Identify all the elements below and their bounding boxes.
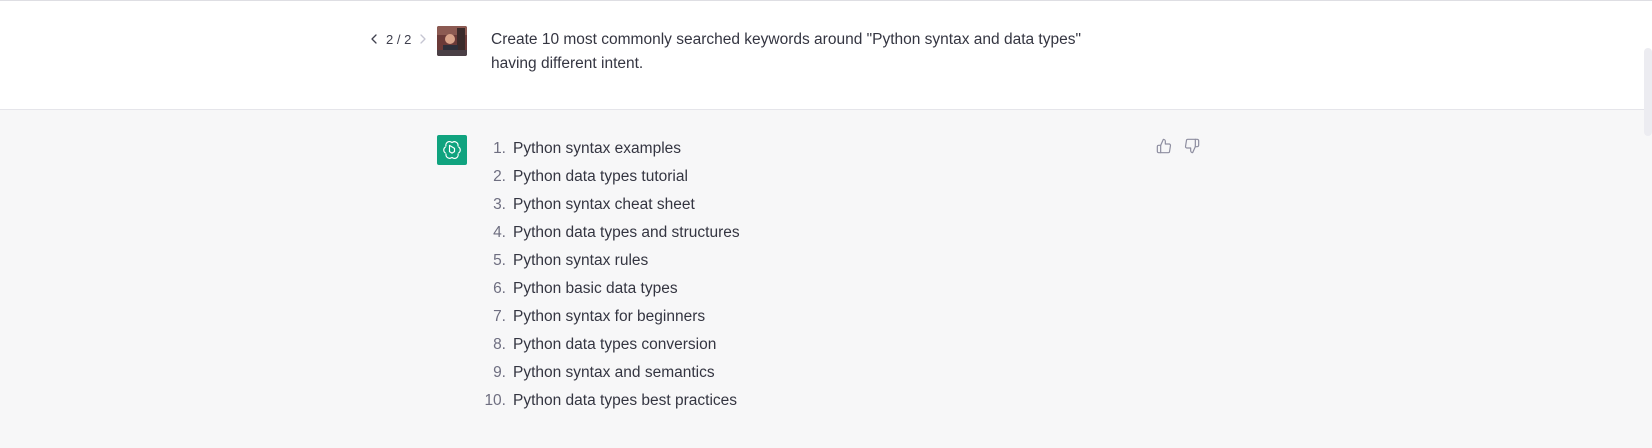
list-item: 7. Python syntax for beginners xyxy=(493,308,706,325)
scrollbar-thumb[interactable] xyxy=(1644,48,1652,136)
response-pager: 2 / 2 xyxy=(368,31,429,47)
assistant-message-row xyxy=(0,110,1652,448)
chevron-left-icon[interactable] xyxy=(368,31,380,47)
assistant-answer-list: 1. Python syntax examples 2. Python data t… xyxy=(478,135,740,415)
user-message-text: Create 10 most commonly searched keyword… xyxy=(491,31,1081,72)
feedback-buttons xyxy=(1155,137,1201,155)
thumbs-up-icon[interactable] xyxy=(1155,137,1173,155)
chevron-right-icon[interactable] xyxy=(417,31,429,47)
list-item: 6. Python basic data types xyxy=(493,280,678,297)
list-item: 1. Python syntax examples xyxy=(493,140,682,157)
user-message-row: 2 / 2 Create 10 most commonly searched k… xyxy=(0,1,1652,110)
list-item: 8. Python data types conversion xyxy=(493,336,717,353)
openai-logo-icon xyxy=(437,135,467,165)
thumbs-down-icon[interactable] xyxy=(1183,137,1201,155)
list-item: 5. Python syntax rules xyxy=(493,252,649,269)
list-item: 3. Python syntax cheat sheet xyxy=(493,196,695,213)
list-item: 4. Python data types and structures xyxy=(493,224,740,241)
chat-page: 2 / 2 Create 10 most commonly searched k… xyxy=(0,0,1652,448)
user-avatar xyxy=(437,26,467,56)
list-item: 10. Python data types best practices xyxy=(484,392,738,409)
pager-label: 2 / 2 xyxy=(386,31,412,47)
list-item: 9. Python syntax and semantics xyxy=(493,364,715,381)
list-item: 2. Python data types tutorial xyxy=(493,168,688,185)
